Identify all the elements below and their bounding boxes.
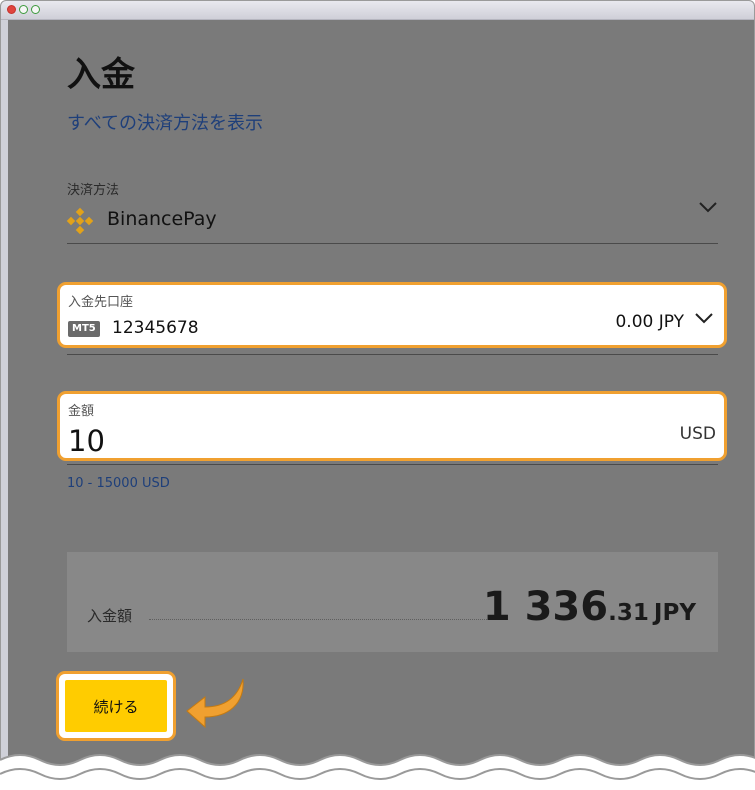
deposit-account-underline — [67, 354, 718, 355]
torn-edge-decoration — [0, 754, 755, 790]
account-balance: 0.00 JPY — [615, 312, 684, 332]
summary-currency: JPY — [653, 600, 696, 626]
amount-field[interactable]: 金額 10 USD — [57, 391, 727, 461]
amount-range-hint: 10 - 15000 USD — [67, 476, 170, 491]
amount-input[interactable]: 10 — [68, 424, 105, 458]
close-window-button[interactable] — [7, 5, 16, 14]
summary-amount: 1 336.31 JPY — [483, 584, 696, 630]
window-titlebar — [1, 1, 754, 20]
amount-label: 金額 — [68, 404, 95, 419]
summary-label: 入金額 — [87, 607, 133, 625]
summary-amount-integer: 1 336 — [482, 584, 609, 630]
pointer-arrow-icon — [183, 675, 251, 731]
continue-button[interactable]: 続ける — [65, 680, 167, 732]
payment-method-label: 決済方法 — [67, 183, 120, 198]
maximize-window-button[interactable] — [31, 5, 40, 14]
binance-icon — [65, 206, 95, 236]
page-title: 入金 — [67, 55, 135, 95]
account-number: 12345678 — [112, 318, 199, 338]
mt5-badge: MT5 — [68, 321, 100, 337]
payment-method-underline — [67, 243, 718, 244]
payment-method-value: BinancePay — [107, 208, 217, 230]
summary-dotted-leader — [149, 619, 489, 620]
window-side-strip — [1, 20, 8, 789]
chevron-down-icon[interactable] — [694, 312, 714, 324]
continue-button-highlight: 続ける — [56, 671, 176, 741]
deposit-summary-panel: 入金額 1 336.31 JPY — [67, 552, 718, 652]
amount-underline — [67, 464, 718, 465]
minimize-window-button[interactable] — [19, 5, 28, 14]
browser-window: 入金 すべての決済方法を表示 決済方法 BinancePay 入金先口座 MT5… — [0, 0, 755, 790]
deposit-account-label: 入金先口座 — [68, 295, 134, 310]
amount-currency: USD — [679, 424, 716, 444]
summary-amount-decimal: .31 — [608, 600, 649, 626]
chevron-down-icon[interactable] — [698, 201, 718, 213]
show-all-payment-methods-link[interactable]: すべての決済方法を表示 — [67, 109, 263, 135]
deposit-account-select[interactable]: 入金先口座 MT5 12345678 0.00 JPY — [57, 282, 727, 348]
